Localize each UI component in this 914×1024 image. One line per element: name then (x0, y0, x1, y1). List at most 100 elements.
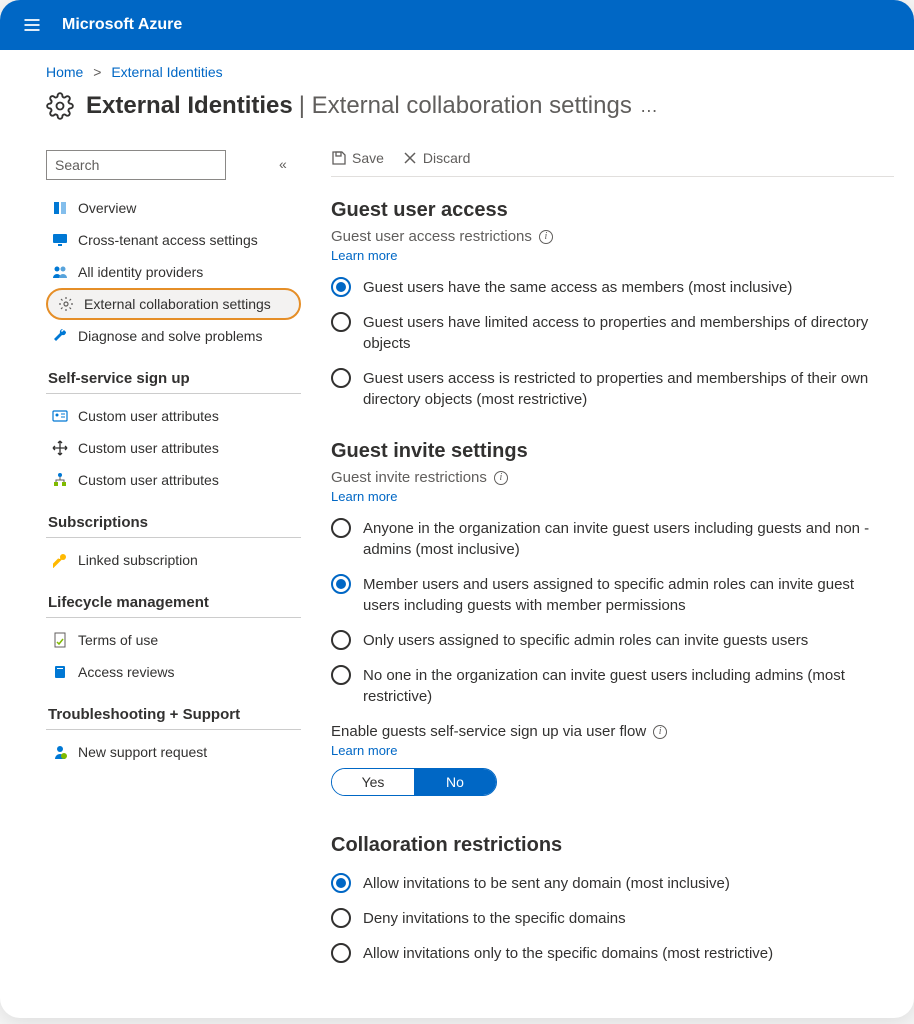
collapse-chevron-icon[interactable]: « (279, 156, 287, 172)
sidebar-section-troubleshoot: Troubleshooting + Support (46, 694, 301, 730)
radio-label: Guest users have the same access as memb… (363, 277, 792, 298)
sidebar-item-label: External collaboration settings (84, 296, 271, 312)
radio-icon (331, 368, 351, 388)
save-button[interactable]: Save (331, 150, 384, 166)
sidebar-item-custom-attr-3[interactable]: Custom user attributes (46, 464, 301, 496)
guest-access-option-2[interactable]: Guest users have limited access to prope… (331, 312, 894, 354)
breadcrumb-current-link[interactable]: External Identities (111, 64, 222, 80)
sidebar-item-label: Custom user attributes (78, 472, 219, 488)
radio-icon (331, 574, 351, 594)
collab-option-1[interactable]: Allow invitations to be sent any domain … (331, 873, 894, 894)
key-icon (52, 552, 68, 568)
collab-title: Collaoration restrictions (331, 834, 894, 857)
collab-option-3[interactable]: Allow invitations only to the specific d… (331, 943, 894, 964)
main-content: Save Discard Guest user access Guest use… (301, 150, 894, 978)
learn-more-link[interactable]: Learn more (331, 248, 397, 263)
guest-invite-option-4[interactable]: No one in the organization can invite gu… (331, 665, 894, 707)
sidebar-item-linked-subscription[interactable]: Linked subscription (46, 544, 301, 576)
guest-invite-subtitle: Guest invite restrictions (331, 469, 894, 486)
sidebar-item-external-collab[interactable]: External collaboration settings (46, 288, 301, 320)
overview-icon (52, 200, 68, 216)
toggle-no[interactable]: No (414, 769, 496, 795)
guest-invite-option-2[interactable]: Member users and users assigned to speci… (331, 574, 894, 616)
collab-radio-group: Allow invitations to be sent any domain … (331, 873, 894, 964)
info-icon[interactable] (539, 230, 553, 244)
gear-icon (46, 92, 74, 120)
collab-option-2[interactable]: Deny invitations to the specific domains (331, 908, 894, 929)
radio-label: Anyone in the organization can invite gu… (363, 518, 894, 560)
gear-small-icon (58, 296, 74, 312)
guest-invite-title: Guest invite settings (331, 440, 894, 463)
radio-label: Guest users have limited access to prope… (363, 312, 894, 354)
hamburger-menu-icon[interactable] (20, 13, 44, 37)
guest-access-subtitle: Guest user access restrictions (331, 228, 894, 245)
sidebar-item-overview[interactable]: Overview (46, 192, 301, 224)
page-title-sub: | External collaboration settings (299, 92, 632, 120)
top-bar: Microsoft Azure (0, 0, 914, 50)
sidebar-item-label: Cross-tenant access settings (78, 232, 258, 248)
sidebar-item-label: Custom user attributes (78, 440, 219, 456)
toggle-yes[interactable]: Yes (332, 769, 414, 795)
sidebar-item-label: Custom user attributes (78, 408, 219, 424)
sidebar-item-label: All identity providers (78, 264, 203, 280)
yes-no-toggle[interactable]: Yes No (331, 768, 497, 796)
id-card-icon (52, 408, 68, 424)
sidebar-item-label: Access reviews (78, 664, 174, 680)
self-service-label: Enable guests self-service sign up via u… (331, 723, 646, 740)
guest-access-option-3[interactable]: Guest users access is restricted to prop… (331, 368, 894, 410)
radio-label: Only users assigned to specific admin ro… (363, 630, 808, 651)
info-icon[interactable] (653, 725, 667, 739)
sidebar-item-access-reviews[interactable]: Access reviews (46, 656, 301, 688)
discard-button[interactable]: Discard (402, 150, 470, 166)
sidebar-section-selfservice: Self-service sign up (46, 358, 301, 394)
guest-access-title: Guest user access (331, 199, 894, 222)
sidebar-item-diagnose[interactable]: Diagnose and solve problems (46, 320, 301, 352)
document-check-icon (52, 632, 68, 648)
sidebar-item-custom-attr-2[interactable]: Custom user attributes (46, 432, 301, 464)
sidebar-item-custom-attr-1[interactable]: Custom user attributes (46, 400, 301, 432)
radio-icon (331, 312, 351, 332)
radio-icon (331, 665, 351, 685)
brand-label: Microsoft Azure (62, 16, 182, 34)
self-service-toggle-row: Enable guests self-service sign up via u… (331, 723, 894, 796)
breadcrumb: Home > External Identities (0, 50, 914, 86)
radio-icon (331, 630, 351, 650)
breadcrumb-home-link[interactable]: Home (46, 64, 83, 80)
radio-label: Allow invitations only to the specific d… (363, 943, 773, 964)
sidebar-section-subscriptions: Subscriptions (46, 502, 301, 538)
toolbar: Save Discard (331, 150, 894, 177)
monitor-icon (52, 232, 68, 248)
radio-icon (331, 943, 351, 963)
breadcrumb-separator: > (93, 64, 101, 80)
radio-icon (331, 873, 351, 893)
learn-more-link[interactable]: Learn more (331, 489, 397, 504)
guest-invite-option-1[interactable]: Anyone in the organization can invite gu… (331, 518, 894, 560)
radio-label: Guest users access is restricted to prop… (363, 368, 894, 410)
radio-icon (331, 518, 351, 538)
sidebar-item-label: Linked subscription (78, 552, 198, 568)
move-icon (52, 440, 68, 456)
learn-more-link[interactable]: Learn more (331, 743, 397, 758)
sidebar-item-cross-tenant[interactable]: Cross-tenant access settings (46, 224, 301, 256)
sidebar-item-label: Overview (78, 200, 136, 216)
sidebar: « Search Overview Cross-tenant access se… (46, 150, 301, 978)
guest-invite-option-3[interactable]: Only users assigned to specific admin ro… (331, 630, 894, 651)
wrench-icon (52, 328, 68, 344)
radio-icon (331, 277, 351, 297)
sidebar-item-terms[interactable]: Terms of use (46, 624, 301, 656)
radio-label: Deny invitations to the specific domains (363, 908, 626, 929)
info-icon[interactable] (494, 471, 508, 485)
radio-label: Member users and users assigned to speci… (363, 574, 894, 616)
sidebar-search-input[interactable]: Search (46, 150, 226, 180)
guest-access-option-1[interactable]: Guest users have the same access as memb… (331, 277, 894, 298)
radio-icon (331, 908, 351, 928)
sidebar-item-support[interactable]: New support request (46, 736, 301, 768)
ellipsis-icon[interactable]: … (640, 96, 658, 117)
radio-label: No one in the organization can invite gu… (363, 665, 894, 707)
people-icon (52, 264, 68, 280)
book-icon (52, 664, 68, 680)
guest-invite-radio-group: Anyone in the organization can invite gu… (331, 518, 894, 707)
sidebar-item-identity-providers[interactable]: All identity providers (46, 256, 301, 288)
sidebar-item-label: Diagnose and solve problems (78, 328, 262, 344)
radio-label: Allow invitations to be sent any domain … (363, 873, 730, 894)
